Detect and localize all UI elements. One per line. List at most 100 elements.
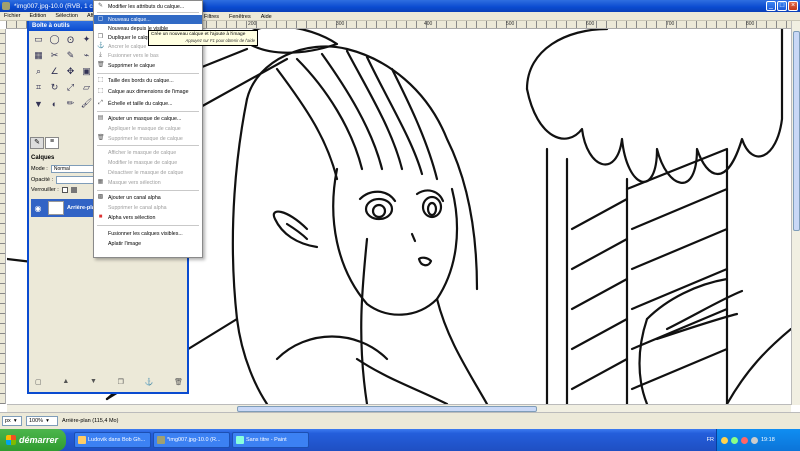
zoom-tool-icon[interactable]: ⌕: [31, 64, 46, 79]
menu-item-label: Fusionner vers le bas: [108, 52, 159, 59]
menu-item-label: Échelle et taille du calque...: [108, 100, 173, 107]
menu-item-label: Supprimer le canal alpha: [108, 204, 167, 211]
menu-fichier[interactable]: Fichier: [4, 13, 21, 19]
eye-icon[interactable]: ◉: [31, 204, 45, 213]
menu-item-apply-mask[interactable]: Appliquer le masque de calque: [94, 124, 202, 133]
mask-icon: ▤: [97, 115, 104, 121]
menu-item-flatten[interactable]: Aplatir l'image: [94, 239, 202, 248]
new-layer-icon[interactable]: ▢: [35, 378, 42, 390]
lower-layer-icon[interactable]: ▼: [90, 378, 97, 390]
shear-tool-icon[interactable]: ▱: [79, 80, 94, 95]
tray-icon[interactable]: [721, 436, 728, 444]
menu-item-label: Fusionner les calques visibles...: [108, 230, 183, 237]
status-message: Arrière-plan (115,4 Mo): [62, 418, 119, 424]
anchor-layer-icon[interactable]: ⚓: [145, 378, 154, 390]
task-label: *img007.jpg-10.0 (R...: [167, 437, 221, 443]
menu-fenetres[interactable]: Fenêtres: [229, 14, 251, 20]
menu-item-add-mask[interactable]: ▤ Ajouter un masque de calque...: [94, 114, 202, 123]
volume-icon[interactable]: [751, 436, 758, 444]
minimize-button[interactable]: _: [766, 1, 776, 11]
tab-layers[interactable]: ≡: [45, 137, 59, 149]
tab-tool-options[interactable]: ✎: [30, 137, 44, 149]
merge-down-icon: ⤓: [99, 52, 102, 58]
menu-item-edit-mask[interactable]: Modifier le masque de calque: [94, 158, 202, 167]
task-button[interactable]: Ludovik dans Bob Gh...: [74, 432, 151, 448]
rotate-tool-icon[interactable]: ↻: [47, 80, 62, 95]
menu-item-edit-attributes[interactable]: ✎ Modifier les attributs du calque...: [94, 2, 202, 11]
units-select[interactable]: px ▾: [2, 416, 22, 426]
menu-item-new-layer[interactable]: ▢ Nouveau calque...: [94, 15, 202, 24]
measure-tool-icon[interactable]: ∠: [47, 64, 62, 79]
paths-tool-icon[interactable]: ✎: [63, 48, 78, 63]
menu-edition[interactable]: Edition: [30, 13, 47, 19]
pencil-tool-icon[interactable]: ✏: [63, 96, 78, 111]
menu-separator: [97, 73, 199, 74]
boundary-size-icon: ⬚: [97, 77, 104, 83]
rect-select-tool-icon[interactable]: ▭: [31, 32, 46, 47]
menu-separator: [97, 190, 199, 191]
menu-item-disable-mask[interactable]: Désactiver le masque de calque: [94, 168, 202, 177]
scissors-tool-icon[interactable]: ✂: [47, 48, 62, 63]
clock[interactable]: 19:18: [761, 437, 775, 443]
tray-icon[interactable]: [731, 436, 738, 444]
menu-item-merge-visible[interactable]: Fusionner les calques visibles...: [94, 229, 202, 238]
vertical-scroll-thumb[interactable]: [793, 31, 800, 231]
language-indicator[interactable]: FR: [707, 437, 714, 443]
task-list: Ludovik dans Bob Gh... *img007.jpg-10.0 …: [74, 432, 309, 448]
start-button[interactable]: démarrer: [0, 429, 66, 451]
menu-item-delete[interactable]: 🗑 Supprimer le calque: [94, 61, 202, 70]
menu-item-label: Ancrer le calque: [108, 43, 147, 50]
opacity-label: Opacité :: [31, 177, 54, 183]
lock-alpha-icon[interactable]: [70, 187, 77, 193]
menu-item-merge-down[interactable]: ⤓ Fusionner vers le bas: [94, 51, 202, 60]
vertical-scrollbar[interactable]: [791, 21, 800, 405]
delete-layer-icon[interactable]: 🗑: [174, 378, 183, 390]
system-tray: 19:18: [716, 429, 800, 451]
raise-layer-icon[interactable]: ▲: [62, 378, 69, 390]
menu-filtres[interactable]: Filtres: [204, 14, 219, 20]
bucket-fill-tool-icon[interactable]: ▼: [31, 96, 46, 111]
dock-tabs: ✎ ≡: [30, 137, 59, 149]
horizontal-scrollbar[interactable]: [7, 404, 791, 412]
zoom-select[interactable]: 100% ▾: [26, 416, 58, 426]
chevron-down-icon: ▾: [13, 418, 17, 424]
ellipse-select-tool-icon[interactable]: ◯: [47, 32, 62, 47]
color-picker-tool-icon[interactable]: ⌁: [79, 48, 94, 63]
menu-item-scale-layer[interactable]: ⤢ Échelle et taille du calque...: [94, 99, 202, 108]
lock-pixels-checkbox[interactable]: [61, 187, 68, 193]
menu-item-label: Désactiver le masque de calque: [108, 169, 184, 176]
blend-tool-icon[interactable]: ◐: [47, 96, 62, 111]
menu-item-alpha-to-selection[interactable]: ■ Alpha vers sélection: [94, 213, 202, 222]
menu-item-mask-to-selection[interactable]: ▦ Masque vers sélection: [94, 178, 202, 187]
statusbar: px ▾ 100% ▾ Arrière-plan (115,4 Mo): [0, 412, 800, 429]
units-value: px: [5, 418, 11, 424]
menu-item-boundary-size[interactable]: ⬚ Taille des bords du calque...: [94, 76, 202, 85]
tray-icon[interactable]: [741, 436, 748, 444]
menu-selection[interactable]: Sélection: [55, 13, 78, 19]
move-tool-icon[interactable]: ✥: [63, 64, 78, 79]
scale-tool-icon[interactable]: ⤢: [63, 80, 78, 95]
close-button[interactable]: ×: [788, 1, 798, 11]
crop-tool-icon[interactable]: ⌗: [31, 80, 46, 95]
menu-item-label: Dupliquer le calque: [108, 34, 154, 41]
ruler-label: 800: [746, 21, 755, 27]
maximize-button[interactable]: □: [777, 1, 787, 11]
vertical-ruler[interactable]: [0, 29, 6, 404]
task-button[interactable]: *img007.jpg-10.0 (R...: [153, 432, 230, 448]
menu-item-layer-to-image-size[interactable]: ⬚ Calque aux dimensions de l'image: [94, 87, 202, 96]
lasso-tool-icon[interactable]: ʘ: [63, 32, 78, 47]
menu-item-delete-mask[interactable]: 🗑 Supprimer le masque de calque: [94, 134, 202, 143]
delete-icon: 🗑: [97, 62, 105, 68]
brush-tool-icon[interactable]: 🖌: [79, 96, 94, 111]
align-tool-icon[interactable]: ▣: [79, 64, 94, 79]
menu-item-add-alpha[interactable]: ▩ Ajouter un canal alpha: [94, 193, 202, 202]
fuzzy-select-tool-icon[interactable]: ✦: [79, 32, 94, 47]
menu-aide[interactable]: Aide: [261, 14, 272, 20]
duplicate-layer-icon[interactable]: ❐: [118, 378, 124, 390]
menu-item-remove-alpha[interactable]: Supprimer le canal alpha: [94, 203, 202, 212]
menu-item-show-mask[interactable]: Afficher le masque de calque: [94, 148, 202, 157]
task-button[interactable]: Sans titre - Paint: [232, 432, 309, 448]
color-select-tool-icon[interactable]: ▦: [31, 48, 46, 63]
ruler-label: 200: [248, 21, 257, 27]
menu-item-label: Appliquer le masque de calque: [108, 125, 181, 132]
